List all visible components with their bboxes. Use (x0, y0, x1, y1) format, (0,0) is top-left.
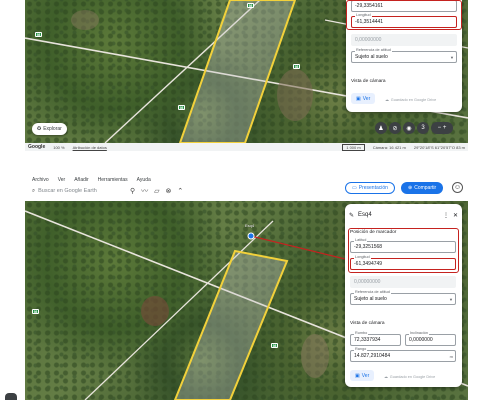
highlight-box-coords (348, 228, 459, 273)
screenshot-page: 98 98 98 98 ✪ Explorar ♟ ⊘ ◉ 3 − + -29,3… (0, 0, 500, 400)
altitude-ref-label: Referencia de altitud (354, 289, 391, 295)
menu-item-ver[interactable]: Ver (58, 177, 66, 183)
panel-title: Esq4 (358, 212, 372, 218)
tilt-value: 0,0000000 (409, 337, 433, 343)
map-controls: ♟ ⊘ ◉ 3 − + (375, 122, 453, 134)
camera-altitude: Cámara: 16 421 m (372, 144, 406, 150)
tilt-label: Inclinación (409, 330, 429, 336)
altitude-ref-label: Referencia de altitud (355, 47, 392, 53)
camera-view-title: Vista de cámara (351, 79, 386, 84)
cloud-icon: ☁ (384, 375, 388, 379)
close-icon[interactable]: ✕ (453, 212, 458, 219)
share-icon: ⊕ (408, 185, 413, 191)
status-bar: Google 100 % Atribución de datos 1 000 m… (25, 143, 468, 151)
highway-shield: 98 (178, 105, 185, 110)
range-unit: m (449, 353, 453, 359)
heading-value: 72,3337934 (354, 337, 381, 343)
placemark-icon[interactable]: ⚲ (130, 188, 135, 195)
highway-shield: 98 (271, 343, 278, 348)
view-button[interactable]: ▣ Ver (351, 93, 376, 104)
highlight-box-coords (346, 0, 462, 30)
menu-item-ayuda[interactable]: Ayuda (137, 177, 151, 183)
bare-field (277, 69, 313, 121)
altitude-ref-value: Sujeto al suelo (355, 54, 388, 60)
heading-label: Rumbo (354, 330, 369, 336)
heading-field[interactable]: Rumbo 72,3337934 (350, 330, 401, 346)
pegman-icon[interactable]: ♟ (375, 122, 387, 134)
highway-shield: 98 (35, 32, 42, 37)
presentation-icon: ▭ (352, 185, 357, 191)
highlight-pointer-line (250, 235, 346, 260)
explore-chip-label: Explorar (43, 126, 62, 132)
measure-icon[interactable]: ⊗ (166, 188, 172, 195)
presentation-button[interactable]: ▭ Presentación (345, 182, 395, 194)
menu-bar: Archivo Ver Añadir Herramientas Ayuda (32, 177, 151, 183)
view-3d-icon[interactable]: 3 (417, 122, 429, 134)
parcel-polygon[interactable] (178, 0, 297, 143)
avatar[interactable]: ☺ (452, 182, 463, 193)
altitude-ref-select[interactable]: Referencia de altitud Sujeto al suelo ▼ (351, 47, 457, 63)
pin-label: Esq4 (245, 223, 255, 228)
menu-item-anadir[interactable]: Añadir (74, 177, 88, 183)
image-icon: ▣ (356, 95, 361, 102)
bare-field (141, 296, 169, 326)
highway-shield: 98 (293, 64, 300, 69)
polygon-icon[interactable]: ▱ (154, 188, 159, 195)
altitude-ref-select[interactable]: Referencia de altitud Sujeto al suelo ▼ (350, 289, 456, 305)
bare-field (71, 10, 99, 30)
share-button[interactable]: ⊕ Compartir (401, 182, 444, 194)
panel-header: ✎ Esq4 ⋮ ✕ (349, 209, 458, 221)
dropdown-arrow-icon: ▼ (450, 54, 454, 60)
highway-shield: 98 (247, 3, 254, 8)
range-field[interactable]: Rango 14.827,2910484 m (350, 346, 456, 362)
collapse-icon[interactable]: ⌃ (177, 188, 183, 195)
share-label: Compartir (414, 185, 437, 191)
altitude-ref-value: Sujeto al suelo (354, 296, 387, 302)
compass-icon[interactable]: ⊘ (389, 122, 401, 134)
altitude-value: 0,00000000 (354, 279, 381, 285)
parcel-polygon[interactable] (173, 249, 289, 400)
search-input[interactable]: ⌕ Buscar en Google Earth (28, 186, 124, 197)
bare-field (301, 334, 329, 378)
altitude-value: 0,00000000 (355, 37, 382, 43)
attribution-link[interactable]: Atribución de datos (73, 145, 107, 150)
tilt-field[interactable]: Inclinación 0,0000000 (405, 330, 456, 346)
explore-chip[interactable]: ✪ Explorar (32, 123, 67, 135)
range-label: Rango (354, 346, 368, 352)
saved-drive-label: Guardado en Google Drive (390, 97, 437, 102)
google-logo: Google (28, 144, 46, 150)
saved-drive-note: ☁ Guardado en Google Drive (384, 374, 436, 380)
cursor-coords: 29°20'18"S 61°20'57"O 83 m (413, 144, 465, 150)
saved-drive-label: Guardado en Google Drive (389, 374, 436, 379)
altitude-field: 0,00000000 (351, 34, 457, 46)
camera-view-title: Vista de cámara (350, 321, 385, 326)
view-button-label: Ver (362, 95, 371, 102)
explore-icon: ✪ (37, 126, 42, 132)
explore-chip-partial[interactable] (5, 393, 17, 400)
path-icon[interactable]: 〰 (141, 188, 148, 195)
search-icon: ⌕ (32, 187, 36, 194)
more-vert-icon[interactable]: ⋮ (443, 212, 449, 219)
edit-icon[interactable]: ✎ (349, 212, 354, 219)
range-value: 14.827,2910484 (354, 353, 391, 359)
menu-item-archivo[interactable]: Archivo (32, 177, 49, 183)
globe-icon[interactable]: ◉ (403, 122, 415, 134)
view-button[interactable]: ▣ Ver (350, 370, 375, 381)
altitude-field: 0,00000000 (350, 276, 456, 288)
placemark-pin[interactable] (247, 232, 255, 240)
search-placeholder: Buscar en Google Earth (38, 188, 97, 194)
highway-shield: 98 (32, 309, 39, 314)
zoom-level: 100 % (53, 144, 65, 150)
menu-item-herramientas[interactable]: Herramientas (98, 177, 128, 183)
zoom-buttons[interactable]: − + (431, 122, 453, 134)
image-icon: ▣ (355, 372, 360, 379)
saved-drive-note: ☁ Guardado en Google Drive (385, 97, 437, 103)
presentation-label: Presentación (358, 185, 388, 191)
scale-bar: 1 000 m (342, 143, 365, 151)
cloud-icon: ☁ (385, 98, 389, 102)
dropdown-arrow-icon: ▼ (449, 296, 453, 302)
view-button-label: Ver (361, 372, 370, 379)
